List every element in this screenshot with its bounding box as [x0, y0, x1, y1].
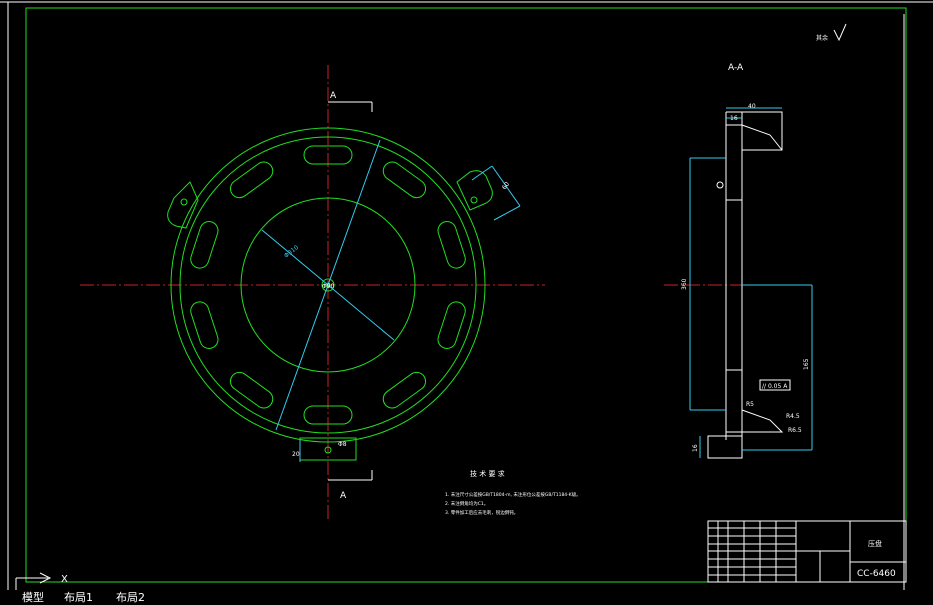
front-view: [80, 65, 545, 520]
drawing-svg: A A Φ310 Φ90 60 Φ8 20 A-A 40 16 360 165 …: [0, 1, 933, 594]
dim-section-r: R5: [746, 401, 754, 408]
dim-inner-dia: Φ310: [283, 244, 300, 260]
dim-fillet: R4.5: [786, 413, 800, 420]
section-label-bottom: A: [340, 491, 347, 501]
tech-req-line-3: 3. 零件加工后应去毛刺，锐边倒钝。: [445, 509, 518, 516]
dim-chamfer: R6.5: [788, 427, 802, 434]
slot-2: [382, 371, 427, 409]
dim-height: 360: [681, 278, 688, 290]
dim-thickness: 16: [692, 444, 699, 452]
dim-half-height: 165: [803, 358, 810, 370]
ucs-x-label: X: [61, 574, 68, 585]
dim-lug-width: 60: [501, 181, 511, 191]
slot-1: [437, 301, 466, 349]
tech-req-line-2: 2. 未注倒角均为C1。: [445, 500, 488, 507]
part-name: 压盘: [868, 539, 882, 548]
tech-req-line-1: 1. 未注尺寸公差按GB/T1804-m, 未注形位公差按GB/T1184-K级…: [445, 491, 581, 498]
dim-top-inner: 16: [730, 115, 738, 122]
slot-6: [190, 221, 219, 269]
layout-tabs-bar: 模型 布局1 布局2: [0, 589, 933, 605]
tech-req-title: 技 术 要 求: [470, 469, 505, 478]
dim-bottom-lug: Φ8: [338, 441, 347, 448]
dim-bottom-lug-side: 20: [292, 451, 300, 458]
slot-10: [437, 221, 466, 269]
tab-layout2[interactable]: 布局2: [116, 589, 145, 605]
dim-top-width: 40: [748, 103, 756, 110]
roughness-symbol: [833, 23, 847, 42]
tab-layout1[interactable]: 布局1: [64, 589, 93, 605]
roughness-note: 其余: [816, 34, 828, 42]
slot-9: [382, 161, 427, 199]
drawing-number: CC-6460: [857, 569, 896, 579]
cad-drawing-canvas[interactable]: A A Φ310 Φ90 60 Φ8 20 A-A 40 16 360 165 …: [0, 0, 933, 594]
tolerance-frame: // 0.05 A: [762, 383, 788, 390]
dim-center-dia: Φ90: [322, 283, 335, 290]
slot-7: [229, 161, 274, 199]
slot-4: [229, 371, 274, 409]
tab-model[interactable]: 模型: [22, 589, 44, 605]
section-label-top: A: [330, 91, 337, 101]
section-title: A-A: [728, 63, 744, 73]
slot-5: [190, 301, 219, 349]
